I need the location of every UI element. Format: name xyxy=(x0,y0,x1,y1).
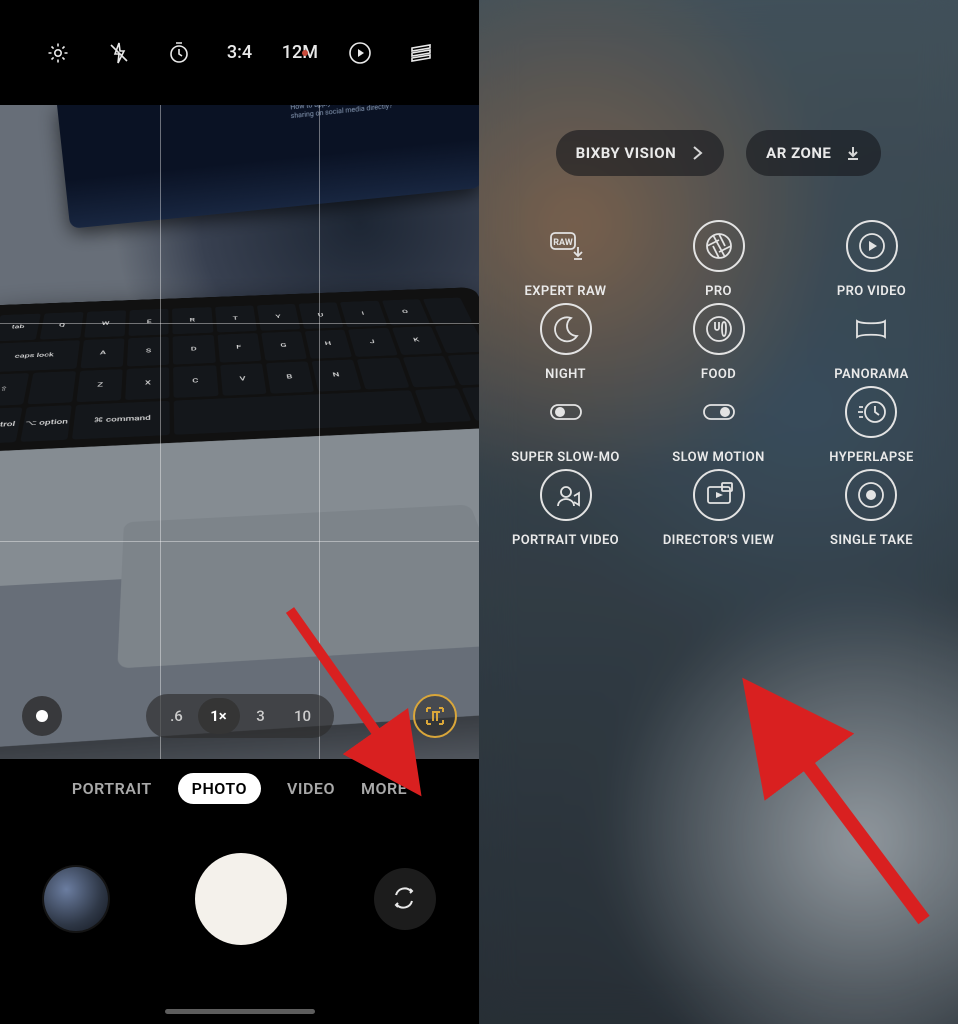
flash-off-icon xyxy=(107,41,131,65)
zoom-selector[interactable]: .61×310 xyxy=(146,694,334,738)
zoom-option[interactable]: 10 xyxy=(282,707,324,725)
mode-tab-video[interactable]: VIDEO xyxy=(287,779,335,798)
mode-label: PANORAMA xyxy=(834,367,908,382)
mode-label: EXPERT RAW xyxy=(525,284,607,299)
top-pill-row: BIXBY VISION AR ZONE xyxy=(479,130,958,176)
resolution-button[interactable]: 12M xyxy=(280,33,320,73)
download-icon xyxy=(845,145,861,161)
portrait-video-icon xyxy=(540,469,592,521)
mode-director-s-view[interactable]: DIRECTOR'S VIEW xyxy=(663,469,774,548)
toggle-left-icon xyxy=(540,386,592,438)
settings-button[interactable] xyxy=(38,33,78,73)
mode-label: HYPERLAPSE xyxy=(829,450,913,465)
motion-photo-button[interactable] xyxy=(340,33,380,73)
mode-label: SLOW MOTION xyxy=(672,450,764,465)
timer-icon xyxy=(167,41,191,65)
hyperlapse-icon xyxy=(845,386,897,438)
annotation-arrow-to-directors-view xyxy=(724,680,944,944)
timer-button[interactable] xyxy=(159,33,199,73)
directors-view-icon xyxy=(693,469,745,521)
motion-photo-icon xyxy=(347,40,373,66)
mode-label: PORTRAIT VIDEO xyxy=(512,533,619,548)
camera-app-photo-pane: 3:4 12M Can you use own keywords or pred… xyxy=(0,0,479,1024)
panorama-icon xyxy=(845,303,897,355)
mode-super-slow-mo[interactable]: SUPER SLOW-MO xyxy=(511,386,620,465)
mode-expert-raw[interactable]: RAW EXPERT RAW xyxy=(525,220,607,299)
camera-controls-row xyxy=(0,829,479,969)
mode-night[interactable]: NIGHT xyxy=(540,303,592,382)
mode-pro-video[interactable]: PRO VIDEO xyxy=(837,220,906,299)
shutter-button[interactable] xyxy=(195,853,287,945)
mode-single-take[interactable]: SINGLE TAKE xyxy=(830,469,913,548)
mode-tab-portrait[interactable]: PORTRAIT xyxy=(72,779,152,798)
mode-label: DIRECTOR'S VIEW xyxy=(663,533,774,548)
mode-pro[interactable]: PRO xyxy=(693,220,745,299)
mode-label: SUPER SLOW-MO xyxy=(511,450,620,465)
pill-label: AR ZONE xyxy=(766,144,831,162)
zoom-option[interactable]: 1× xyxy=(198,698,240,734)
mode-hyperlapse[interactable]: HYPERLAPSE xyxy=(829,386,913,465)
mode-tab-photo[interactable]: PHOTO xyxy=(178,773,261,804)
zoom-option[interactable]: 3 xyxy=(240,707,282,725)
home-indicator[interactable] xyxy=(165,1009,315,1014)
mode-label: NIGHT xyxy=(545,367,586,382)
exposure-lock-button[interactable] xyxy=(22,696,62,736)
mode-panorama[interactable]: PANORAMA xyxy=(834,303,908,382)
mode-tab-more[interactable]: MORE xyxy=(361,779,407,798)
mode-slow-motion[interactable]: SLOW MOTION xyxy=(672,386,764,465)
camera-viewfinder[interactable]: Can you use own keywords or predefined o… xyxy=(0,105,479,759)
mode-label: SINGLE TAKE xyxy=(830,533,913,548)
gallery-thumbnail[interactable] xyxy=(44,867,108,931)
mode-label: PRO xyxy=(705,284,732,299)
switch-camera-icon xyxy=(392,886,418,912)
zoom-option[interactable]: .6 xyxy=(156,707,198,725)
moon-icon xyxy=(540,303,592,355)
recording-indicator-dot xyxy=(302,50,308,56)
gear-icon xyxy=(46,41,70,65)
camera-app-more-pane: BIXBY VISION AR ZONE RAW EXPERT RAW PRO PRO… xyxy=(479,0,958,1024)
camera-bottom-bar: PORTRAIT PHOTO VIDEO MORE xyxy=(0,759,479,1024)
mode-portrait-video[interactable]: PORTRAIT VIDEO xyxy=(512,469,619,548)
toggle-right-icon xyxy=(693,386,745,438)
aperture-icon xyxy=(693,220,745,272)
chevron-right-icon xyxy=(690,145,704,161)
raw-download-icon: RAW xyxy=(540,220,592,272)
text-scan-icon xyxy=(424,705,446,727)
filters-icon xyxy=(408,40,434,66)
flash-button[interactable] xyxy=(99,33,139,73)
food-icon xyxy=(693,303,745,355)
svg-text:RAW: RAW xyxy=(553,238,573,248)
filters-button[interactable] xyxy=(401,33,441,73)
switch-camera-button[interactable] xyxy=(374,868,436,930)
camera-top-toolbar: 3:4 12M xyxy=(0,0,479,105)
pill-label: BIXBY VISION xyxy=(576,144,677,162)
single-take-icon xyxy=(845,469,897,521)
mode-food[interactable]: FOOD xyxy=(693,303,745,382)
mode-label: FOOD xyxy=(701,367,736,382)
play-circle-icon xyxy=(846,220,898,272)
ar-zone-button[interactable]: AR ZONE xyxy=(746,130,881,176)
zoom-and-tools-row: .61×310 xyxy=(0,673,479,759)
camera-mode-tabs[interactable]: PORTRAIT PHOTO VIDEO MORE xyxy=(0,773,479,804)
aspect-ratio-button[interactable]: 3:4 xyxy=(220,33,260,73)
mode-label: PRO VIDEO xyxy=(837,284,906,299)
bixby-vision-button[interactable]: BIXBY VISION xyxy=(556,130,725,176)
document-scan-button[interactable] xyxy=(413,694,457,738)
